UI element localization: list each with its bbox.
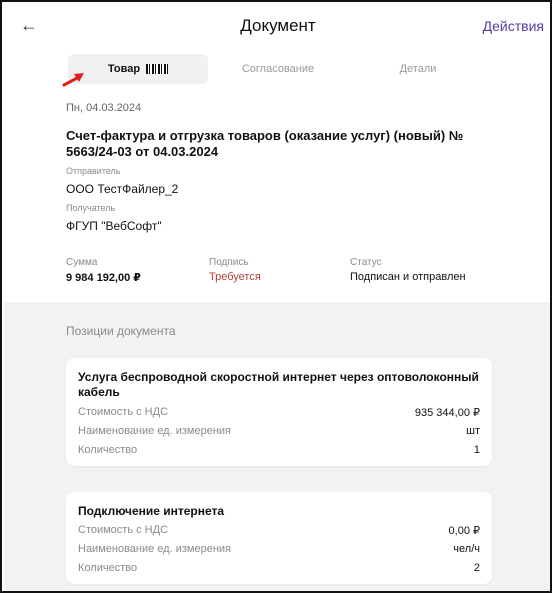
sender-label: Отправитель [66, 166, 121, 176]
page-title: Документ [240, 16, 316, 35]
position-card[interactable]: Подключение интернета Стоимость с НДС 0,… [66, 492, 492, 584]
tab-bar: Товар Согласование Детали [68, 54, 488, 84]
unit-value: шт [466, 425, 480, 437]
position-title: Услуга беспроводной скоростной интернет … [78, 370, 479, 399]
sender-value: ООО ТестФайлер_2 [66, 182, 179, 196]
tab-goods-label: Товар [107, 63, 141, 75]
red-pointer-arrow-icon [62, 73, 84, 87]
screen-frame: ← Документ Действия Товар Согласование Д… [0, 0, 552, 593]
recipient-label: Получатель [66, 203, 116, 213]
position-title: Подключение интернета [78, 504, 225, 518]
quantity-label: Количество [78, 444, 138, 456]
sum-label: Сумма [66, 257, 98, 268]
unit-label: Наименование ед. измерения [78, 425, 231, 437]
positions-heading: Позиции документа [66, 324, 176, 338]
signature-label: Подпись [209, 257, 249, 268]
recipient-value: ФГУП "ВебСофт" [66, 219, 162, 233]
barcode-icon [146, 64, 169, 75]
status-label: Статус [350, 257, 382, 268]
price-value: 0,00 ₽ [448, 525, 480, 537]
price-label: Стоимость с НДС [78, 406, 169, 418]
unit-label: Наименование ед. измерения [78, 543, 231, 555]
tab-goods[interactable]: Товар [68, 54, 208, 84]
tab-approval[interactable]: Согласование [208, 54, 348, 84]
price-value: 935 344,00 ₽ [414, 407, 480, 419]
signature-value: Требуется [209, 271, 261, 283]
price-label: Стоимость с НДС [78, 524, 169, 536]
position-card[interactable]: Услуга беспроводной скоростной интернет … [66, 358, 492, 466]
quantity-value: 1 [473, 444, 480, 456]
unit-value: чел/ч [453, 543, 480, 555]
quantity-label: Количество [78, 562, 138, 574]
tab-details[interactable]: Детали [348, 54, 488, 84]
status-value: Подписан и отправлен [350, 271, 466, 283]
document-title: Счет-фактура и отгрузка товаров (оказани… [66, 128, 464, 159]
quantity-value: 2 [473, 562, 480, 574]
document-date: Пн, 04.03.2024 [66, 102, 142, 114]
document-header-panel: ← Документ Действия Товар Согласование Д… [4, 4, 550, 302]
sum-value: 9 984 192,00 ₽ [66, 272, 141, 284]
actions-button[interactable]: Действия [483, 18, 544, 34]
